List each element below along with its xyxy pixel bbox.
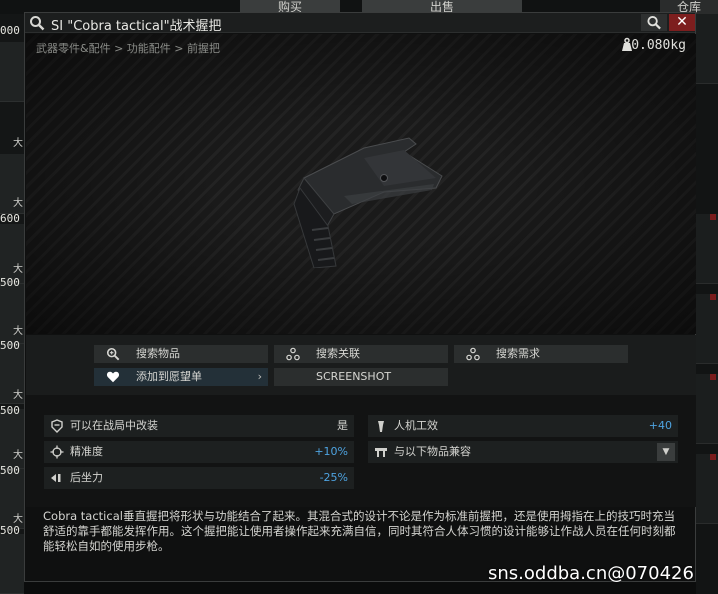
property-modifiable: 可以在战局中改装 是 <box>44 415 354 437</box>
item-tag: 大 <box>13 138 23 149</box>
network-icon <box>466 347 480 361</box>
search-related-button[interactable]: 搜索关联 <box>274 345 448 363</box>
network-icon <box>286 347 300 361</box>
list-item[interactable] <box>0 42 24 102</box>
search-related-label: 搜索关联 <box>316 347 360 360</box>
item-inspect-window: SI "Cobra tactical"战术握把 ✕ 武器零件&配件 > 功能配件… <box>24 12 696 582</box>
screenshot-button[interactable]: SCREENSHOT <box>274 368 448 386</box>
property-label: 后坐力 <box>70 471 103 484</box>
chevron-down-icon[interactable]: ▼ <box>657 443 675 461</box>
crosshair-icon <box>50 445 64 459</box>
list-item[interactable] <box>0 224 24 284</box>
property-label: 人机工效 <box>394 419 438 432</box>
status-badge <box>710 294 716 300</box>
list-item[interactable] <box>696 14 718 84</box>
item-price: 500 <box>0 404 20 417</box>
wrench-icon <box>51 419 63 433</box>
screenshot-label: SCREENSHOT <box>316 370 392 383</box>
close-icon: ✕ <box>676 14 688 30</box>
item-tag: 大 <box>13 264 23 275</box>
item-price: 500 <box>0 276 20 289</box>
list-item[interactable] <box>696 214 718 284</box>
list-item[interactable] <box>696 294 718 364</box>
grip-icon <box>378 421 384 432</box>
search-requirement-label: 搜索需求 <box>496 347 540 360</box>
item-preview: 武器零件&配件 > 功能配件 > 前握把 0.080kg <box>26 34 696 334</box>
item-price: 500 <box>0 464 20 477</box>
item-price: 600 <box>0 212 20 225</box>
item-tag: 大 <box>13 198 23 209</box>
property-label: 精准度 <box>70 445 103 458</box>
item-tag: 大 <box>13 514 23 525</box>
status-badge <box>710 214 716 220</box>
foregrip-image <box>293 137 443 268</box>
property-compatible[interactable]: 与以下物品兼容 ▼ <box>368 441 678 463</box>
list-item[interactable] <box>696 454 718 524</box>
properties-panel: 可以在战局中改装 是 人机工效 +40 精准度 +10% 与以下物品兼容 ▼ 后… <box>26 395 696 507</box>
status-badge <box>710 454 716 460</box>
recoil-icon <box>51 474 61 482</box>
property-recoil: 后坐力 -25% <box>44 467 354 489</box>
background-item-column: 000 600 500 500 500 500 500 大 大 大 大 大 大 … <box>0 14 24 594</box>
rail-icon <box>375 448 387 457</box>
item-tag: 大 <box>13 326 23 337</box>
item-tag: 大 <box>13 390 23 401</box>
action-panel: 搜索物品 搜索关联 搜索需求 添加到愿望单 › SCREENSHOT <box>26 335 696 395</box>
property-ergonomics: 人机工效 +40 <box>368 415 678 437</box>
watermark-text: sns.oddba.cn@070426 <box>488 563 694 584</box>
add-wishlist-button[interactable]: 添加到愿望单 › <box>94 368 268 386</box>
magnifier-icon <box>30 16 45 31</box>
chevron-right-icon: › <box>257 370 262 383</box>
property-accuracy: 精准度 +10% <box>44 441 354 463</box>
property-label: 可以在战局中改装 <box>70 419 158 432</box>
search-item-label: 搜索物品 <box>136 347 180 360</box>
item-weight: 0.080kg <box>631 38 686 53</box>
background-right-column <box>696 14 718 594</box>
window-title: SI "Cobra tactical"战术握把 <box>51 19 222 34</box>
item-price: 500 <box>0 524 20 537</box>
status-badge <box>710 374 716 380</box>
property-value: -25% <box>319 471 348 484</box>
property-label: 与以下物品兼容 <box>394 445 471 458</box>
close-button[interactable]: ✕ <box>669 14 695 31</box>
item-price: 500 <box>0 339 20 352</box>
item-description: Cobra tactical垂直握把将形状与功能结合了起来。其混合式的设计不论是… <box>43 509 676 553</box>
search-requirement-button[interactable]: 搜索需求 <box>454 345 628 363</box>
property-value: +40 <box>648 419 672 432</box>
item-tag: 大 <box>13 450 23 461</box>
property-value: +10% <box>314 445 348 458</box>
breadcrumb: 武器零件&配件 > 功能配件 > 前握把 <box>36 42 220 55</box>
property-value: 是 <box>337 419 348 432</box>
heart-icon <box>106 371 120 383</box>
add-wishlist-label: 添加到愿望单 <box>136 370 202 383</box>
list-item[interactable] <box>696 374 718 444</box>
list-item[interactable] <box>0 534 24 594</box>
window-titlebar[interactable]: SI "Cobra tactical"战术握把 ✕ <box>25 13 695 34</box>
magnifier-icon <box>647 15 661 30</box>
search-item-button[interactable]: 搜索物品 <box>94 345 268 363</box>
inspect-button[interactable] <box>641 14 667 31</box>
item-price: 000 <box>0 24 20 37</box>
search-icon <box>106 347 120 361</box>
